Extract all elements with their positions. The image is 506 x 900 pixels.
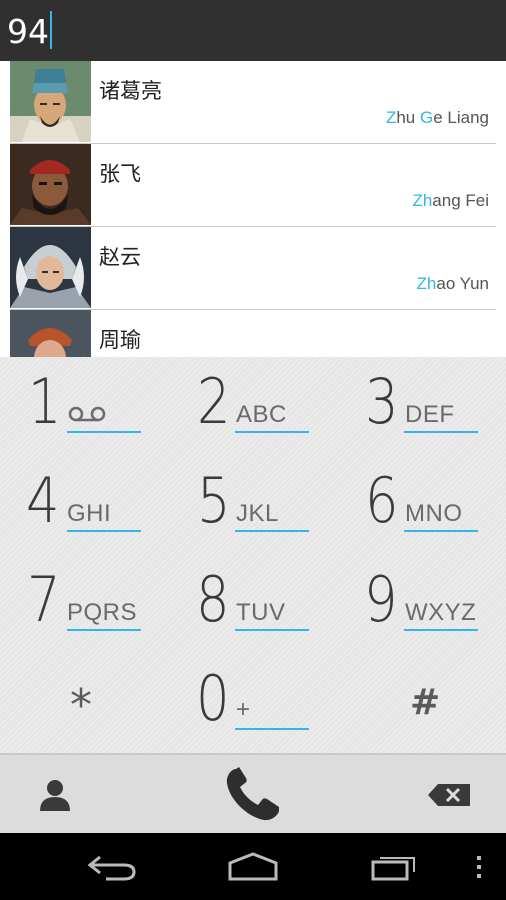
contact-pinyin: Zhu Ge Liang (385, 108, 489, 127)
contact-row-zhangfei[interactable]: 张飞 Zhang Fei (10, 144, 496, 227)
key-underline (67, 629, 141, 631)
key-letters: TUV (236, 599, 286, 626)
key-underline (235, 629, 309, 631)
key-digit: 4 (26, 464, 60, 537)
contact-row-zhouyu[interactable]: 周瑜 (10, 310, 496, 357)
key-0[interactable]: 0 + (169, 654, 337, 753)
key-7[interactable]: 7 PQRS (0, 555, 168, 654)
key-letters: JKL (236, 500, 279, 527)
contact-pinyin: Zhao Yun (416, 274, 489, 293)
key-2[interactable]: 2 ABC (169, 357, 337, 456)
contact-name: 张飞 (99, 162, 141, 186)
phone-icon[interactable] (222, 765, 284, 829)
recent-apps-icon[interactable] (370, 850, 420, 886)
key-letters: GHI (67, 500, 112, 527)
contact-name: 诸葛亮 (99, 79, 162, 103)
text-cursor (50, 11, 52, 49)
voicemail-icon (68, 405, 106, 427)
dialer-action-bar (0, 753, 506, 833)
overflow-menu-icon[interactable] (474, 855, 484, 883)
key-underline (67, 530, 141, 532)
key-underline (235, 530, 309, 532)
key-digit: 3 (365, 365, 399, 438)
system-navigation-bar (0, 833, 506, 900)
key-letters: + (236, 696, 251, 723)
key-letters: ABC (236, 401, 287, 428)
key-star[interactable]: * (0, 654, 168, 753)
contact-row-zhugeliang[interactable]: 诸葛亮 Zhu Ge Liang (10, 61, 496, 144)
key-letters: MNO (405, 500, 463, 527)
key-digit: 1 (28, 365, 62, 438)
dialed-number-field[interactable]: 94 (7, 11, 52, 51)
key-letters: PQRS (67, 599, 138, 626)
key-letters: WXYZ (405, 599, 477, 626)
key-digit: 8 (196, 563, 230, 636)
key-digit: 7 (27, 563, 61, 636)
key-letters: DEF (405, 401, 455, 428)
dialed-digits: 94 (7, 12, 49, 51)
contact-avatar (10, 310, 91, 357)
contact-name: 周瑜 (99, 328, 141, 352)
contact-pinyin: Zhang Fei (412, 191, 489, 210)
key-underline (404, 530, 478, 532)
person-icon[interactable] (38, 777, 72, 815)
contact-name: 赵云 (99, 245, 141, 269)
key-digit: 6 (365, 464, 399, 537)
key-digit: 0 (196, 662, 230, 735)
key-underline (235, 728, 309, 730)
dialpad: 1 2 ABC 3 DEF 4 GHI 5 JKL 6 MNO 7 PQRS 8… (0, 357, 506, 753)
back-icon[interactable] (86, 853, 138, 885)
key-5[interactable]: 5 JKL (169, 456, 337, 555)
contact-avatar (10, 227, 91, 308)
backspace-icon[interactable] (428, 784, 470, 810)
key-hash[interactable]: # (338, 654, 506, 753)
contact-avatar (10, 144, 91, 225)
key-underline (404, 629, 478, 631)
dial-entry-bar[interactable]: 94 (0, 0, 506, 61)
contact-row-zhaoyun[interactable]: 赵云 Zhao Yun (10, 227, 496, 310)
key-digit: 2 (197, 365, 231, 438)
home-icon[interactable] (226, 851, 280, 885)
key-6[interactable]: 6 MNO (338, 456, 506, 555)
key-digit: 5 (197, 464, 231, 537)
key-digit: # (410, 682, 441, 723)
key-underline (67, 431, 141, 433)
key-digit: * (70, 680, 92, 731)
contact-avatar (10, 61, 91, 142)
key-9[interactable]: 9 WXYZ (338, 555, 506, 654)
key-3[interactable]: 3 DEF (338, 357, 506, 456)
key-8[interactable]: 8 TUV (169, 555, 337, 654)
key-digit: 9 (364, 563, 398, 636)
key-underline (235, 431, 309, 433)
key-1[interactable]: 1 (0, 357, 168, 456)
contact-suggestion-list: 诸葛亮 Zhu Ge Liang 张飞 Zhang Fei 赵云 Zhao Yu… (0, 61, 506, 357)
key-4[interactable]: 4 GHI (0, 456, 168, 555)
key-underline (404, 431, 478, 433)
